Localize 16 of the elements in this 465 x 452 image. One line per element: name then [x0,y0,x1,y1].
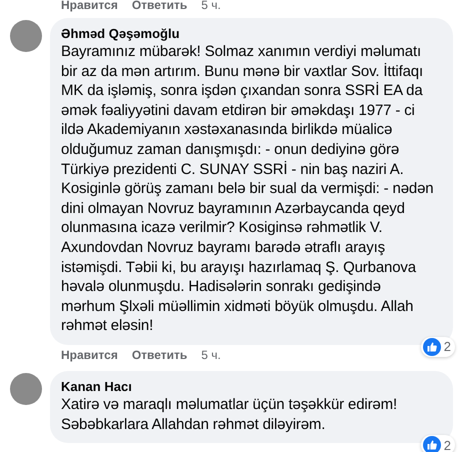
reply-link[interactable]: Ответить [132,0,188,12]
author-name[interactable]: Kanan Hacı [61,378,441,395]
comment-time[interactable]: 5 ч. [201,348,221,362]
comment-text: Xatirə və maraqlı məlumatlar üçün təşəkkür edirəm! Səbəbkarlara Allahdan rəhmət diləyirəm. [61,394,398,434]
comment-time[interactable]: 5 ч. [201,0,221,12]
like-link[interactable]: Нравится [61,0,118,12]
reaction-badge[interactable]: 2 [420,435,455,452]
thumbs-up-icon [422,436,441,452]
like-link[interactable]: Нравится [61,348,118,362]
reply-link[interactable]: Ответить [132,348,188,362]
author-name[interactable]: Əhməd Qəşəmoğlu [61,25,441,42]
reaction-badge[interactable]: 2 [420,336,455,357]
comment-text: Bayramınız mübarək! Solmaz xanımın verdiyi məlumatı bir az da mən artırım. Bunu mənə bir vaxtlar Sov. İttifaqı MK da işləmiş, sonra işdən çıxandan sonra SSRİ EA da əmək fəaliyyətini davam etdirən bir əməkdaşı 1977 - ci ildə Akademiyanın xəstəxanasında birlikdə müalicə olduğumuz zaman danışmışdı: - onun dediyinə görə Türkiyə prezidenti C. SUNAY SSRİ - nin baş naziri A. Kosiginlə görüş zamanı belə bir sual da vermişdi: - nədən dini olmayan Novruz bayramının Azərbaycanda qeyd olunmasına icazə verilmir? Kosiginsə rəhmətlik V. Axundovdan Novruz bayramı barədə ətraflı arayış istəmişdi. Təbii ki, bu arayışı hazırlamaq Ş. Qurbanova həvalə olunmuşdu. Hadisələrin sonrakı gedişində mərhum Şlxəli müəllimin xidməti böyük olmuşdu. Allah rəhmət eləsin! [61,42,434,336]
avatar[interactable] [10,372,42,405]
avatar[interactable] [10,20,42,52]
thumbs-up-icon [422,338,441,356]
